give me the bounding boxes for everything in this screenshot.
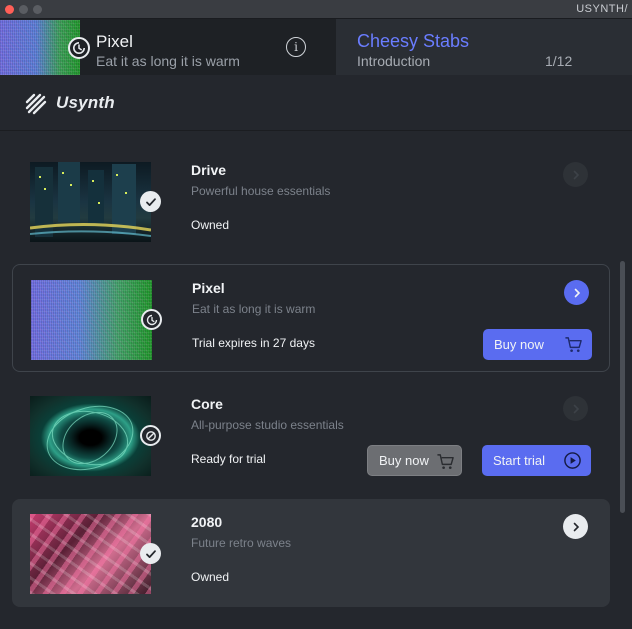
check-icon bbox=[140, 543, 161, 564]
chevron-right-icon[interactable] bbox=[563, 514, 588, 539]
pack-title: Cheesy Stabs bbox=[357, 31, 470, 51]
product-description: Future retro waves bbox=[191, 536, 292, 550]
product-card-core[interactable]: Core All-purpose studio essentials Ready… bbox=[12, 381, 610, 489]
trial-clock-icon bbox=[141, 309, 162, 330]
check-icon bbox=[140, 191, 161, 212]
product-status: Owned bbox=[191, 218, 230, 232]
play-icon bbox=[564, 452, 581, 469]
current-preset-tagline: Eat it as long it is warm bbox=[96, 53, 240, 69]
buy-now-label: Buy now bbox=[494, 337, 544, 352]
product-description: Powerful house essentials bbox=[191, 184, 331, 198]
product-status: Ready for trial bbox=[191, 452, 266, 466]
chevron-right-icon[interactable] bbox=[563, 162, 588, 187]
product-card-pixel[interactable]: Pixel Eat it as long it is warm Trial ex… bbox=[12, 264, 610, 372]
zoom-window-button[interactable] bbox=[33, 5, 42, 14]
window-title: USYNTH/ bbox=[576, 3, 628, 15]
chevron-right-icon[interactable] bbox=[564, 280, 589, 305]
product-status: Trial expires in 27 days bbox=[192, 336, 315, 350]
product-name: Core bbox=[191, 396, 223, 412]
start-trial-label: Start trial bbox=[493, 453, 546, 468]
product-thumbnail bbox=[30, 514, 151, 594]
window-titlebar: USYNTH/ bbox=[0, 0, 632, 19]
product-thumbnail bbox=[30, 396, 151, 476]
start-trial-button[interactable]: Start trial bbox=[482, 445, 591, 476]
product-list[interactable]: Drive Powerful house essentials Owned Pi… bbox=[0, 131, 632, 629]
minimize-window-button[interactable] bbox=[19, 5, 28, 14]
product-thumbnail bbox=[30, 162, 151, 242]
usynth-logo-icon bbox=[25, 93, 47, 115]
blocked-icon bbox=[140, 425, 161, 446]
product-name: 2080 bbox=[191, 514, 223, 530]
pack-page-counter: 1/12 bbox=[545, 53, 573, 69]
product-description: Eat it as long it is warm bbox=[192, 302, 316, 316]
buy-now-label: Buy now bbox=[379, 453, 429, 468]
pack-guide-panel[interactable]: Cheesy Stabs Introduction 1/12 bbox=[336, 19, 632, 75]
list-scrollbar[interactable] bbox=[620, 261, 625, 513]
product-card-2080[interactable]: 2080 Future retro waves Owned bbox=[12, 499, 610, 607]
product-status: Owned bbox=[191, 570, 230, 584]
chevron-right-icon[interactable] bbox=[563, 396, 588, 421]
buy-now-button[interactable]: Buy now bbox=[367, 445, 462, 476]
product-card-drive[interactable]: Drive Powerful house essentials Owned bbox=[12, 147, 610, 255]
cart-icon bbox=[565, 337, 582, 353]
brand-name: Usynth bbox=[56, 93, 115, 112]
brand-bar: Usynth bbox=[0, 76, 632, 131]
pack-section: Introduction bbox=[357, 53, 431, 69]
product-name: Pixel bbox=[192, 280, 225, 296]
product-name: Drive bbox=[191, 162, 227, 178]
info-icon[interactable]: i bbox=[286, 37, 306, 57]
current-preset-name: Pixel bbox=[96, 32, 133, 51]
product-description: All-purpose studio essentials bbox=[191, 418, 344, 432]
cart-icon bbox=[437, 454, 454, 470]
close-window-button[interactable] bbox=[5, 5, 14, 14]
trial-clock-icon bbox=[68, 37, 90, 59]
product-thumbnail bbox=[31, 280, 152, 360]
buy-now-button[interactable]: Buy now bbox=[483, 329, 592, 360]
